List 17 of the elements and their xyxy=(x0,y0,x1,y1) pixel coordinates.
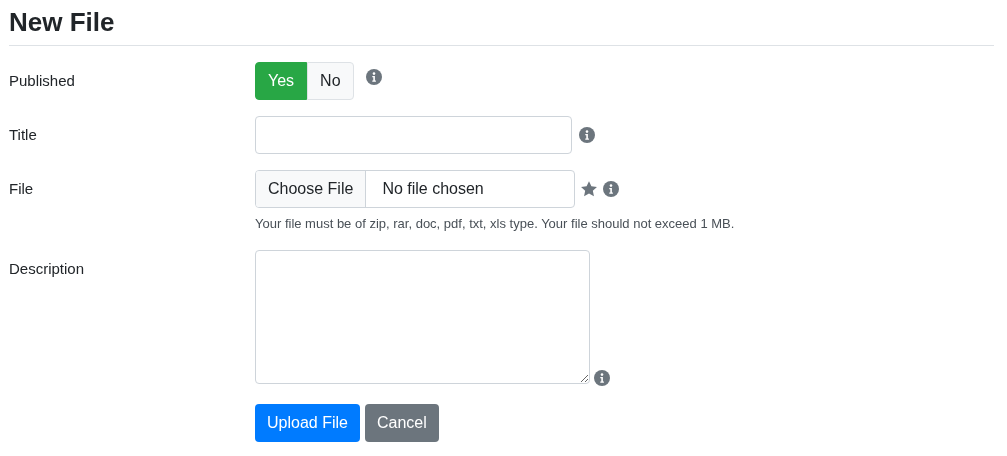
info-icon[interactable] xyxy=(603,181,619,197)
cancel-button[interactable]: Cancel xyxy=(364,403,439,442)
field-label: Published xyxy=(9,71,76,91)
info-icon[interactable] xyxy=(579,127,595,143)
field-label: Title xyxy=(9,125,38,145)
file-input[interactable]: Choose File No file chosen xyxy=(255,170,575,208)
title-input[interactable] xyxy=(255,116,572,154)
info-icon[interactable] xyxy=(594,369,610,386)
choose-file-button[interactable]: Choose File xyxy=(256,171,367,207)
help-text: Your file must be of zip, rar, doc, pdf, txt, xls type. Your file should not exceed 1 MB. xyxy=(255,215,735,233)
info-icon[interactable] xyxy=(365,69,382,85)
upload-button[interactable]: Upload File xyxy=(255,403,360,442)
field-label: Description xyxy=(9,258,86,279)
file-status: No file chosen xyxy=(381,179,485,199)
page-title: New File xyxy=(9,0,994,46)
field-label: File xyxy=(9,179,35,199)
toggle-option[interactable]: No xyxy=(307,62,354,100)
